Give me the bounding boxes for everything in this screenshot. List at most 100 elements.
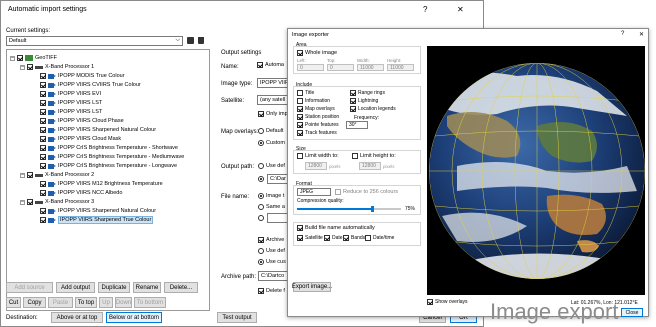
collapse-icon[interactable]: – [20,199,25,205]
tree-item[interactable]: IPOPP VIIRS Sharpened Natural Colour [40,207,156,215]
tree-button-paste[interactable]: Paste [48,297,73,308]
file-name-input[interactable] [267,213,289,223]
tree-checkbox[interactable] [40,190,46,196]
tree-item[interactable]: IPOPP VIIRS NCC Albedo [40,189,122,197]
current-settings-select[interactable]: Default ⌵ [6,36,183,46]
tree-checkbox[interactable] [40,181,46,187]
tree-button-add-source[interactable]: Add source [6,282,53,293]
area-field-input[interactable]: 11000 [357,64,384,71]
delete-checkbox[interactable]: Delete f [258,288,285,294]
include-option[interactable]: Range rings [350,90,385,96]
tree-item[interactable]: IPOPP VIIRS LST [40,108,102,116]
tree-item[interactable]: IPOPP VIIRS Cloud Phase [40,117,124,125]
export-image-button[interactable]: Export image... [292,282,332,292]
tree-button-copy[interactable]: Copy [23,297,46,308]
tree-button-delete[interactable]: Delete... [164,282,198,293]
output-path-custom[interactable] [258,176,266,182]
archive-custom[interactable]: Use cus [258,259,286,265]
archive-path-input[interactable]: C:\Dartco [258,271,289,281]
image-preview[interactable] [427,46,645,295]
tree-checkbox[interactable] [27,199,33,205]
tree-button-add-output[interactable]: Add output [56,282,95,293]
tree-button-duplicate[interactable]: Duplicate [98,282,130,293]
map-overlays-default[interactable]: Default [258,128,283,134]
tree-checkbox[interactable] [40,208,46,214]
tree-item[interactable]: IPOPP VIIRS M12 Brightness Temperature [40,180,163,188]
tree-checkbox[interactable] [27,64,33,70]
file-name-opt1[interactable]: Image t [258,193,284,199]
map-overlays-custom[interactable]: Custom [258,140,285,146]
limit-height-input[interactable]: 12800 [359,162,381,170]
tree-button-to-bottom[interactable]: To bottom [134,297,166,308]
collapse-icon[interactable]: – [10,55,15,61]
tree-checkbox[interactable] [40,118,46,124]
tree-item[interactable]: IPOPP VIIRS Cloud Mask [40,135,121,143]
limit-width-checkbox[interactable]: Limit width to: [297,153,339,159]
format-select[interactable]: JPEG [297,188,331,196]
name-part-option[interactable]: Date [324,235,343,241]
compression-slider-thumb[interactable] [370,206,374,212]
include-option[interactable]: Information [297,98,330,104]
destination-above[interactable]: Above or at top [51,312,103,323]
tree-group[interactable]: – X-Band Processor 1 [20,63,94,71]
tree-item[interactable]: IPOPP VIIRS LST [40,99,102,107]
name-part-option[interactable]: Bands [343,235,365,241]
archive-checkbox[interactable]: Archive [258,237,284,243]
frequency-select[interactable]: 30° [346,121,368,129]
area-field-input[interactable]: 11000 [387,64,414,71]
include-option[interactable]: Map overlays [297,106,335,112]
destination-below[interactable]: Below or at bottom [106,312,162,323]
include-option[interactable]: Lightning [350,98,378,104]
tree-checkbox[interactable] [40,82,46,88]
image-type-select[interactable]: IPOPP VIIRS [257,78,289,88]
file-name-opt2[interactable]: Same a [258,204,285,210]
include-option[interactable]: Location legends [350,106,396,112]
tree-button-up[interactable]: Up [99,297,113,308]
include-option[interactable]: Track features [297,130,337,136]
tree-checkbox[interactable] [40,100,46,106]
tree-checkbox[interactable] [27,172,33,178]
collapse-icon[interactable]: – [20,172,25,178]
tree-checkbox[interactable] [40,91,46,97]
file-name-opt3[interactable] [258,215,266,221]
whole-image-checkbox[interactable]: Whole image [297,50,337,56]
tree-checkbox[interactable] [40,154,46,160]
name-part-option[interactable]: Date/time [365,235,394,241]
archive-default[interactable]: Use def [258,248,285,254]
tree-checkbox[interactable] [40,145,46,151]
close-button[interactable]: Close [621,308,643,317]
tree-group[interactable]: – X-Band Processor 2 [20,171,94,179]
save-icon[interactable] [187,37,194,44]
only-imp-checkbox[interactable]: Only imp [258,111,288,117]
tree-item[interactable]: IPOPP CrIS Brightness Temperature - Medi… [40,153,184,161]
tree-button-to-top[interactable]: To top [75,297,97,308]
tree-button-rename[interactable]: Rename [133,282,161,293]
limit-width-input[interactable]: 12800 [305,162,327,170]
area-field-input[interactable]: 0 [327,64,354,71]
area-field-input[interactable]: 0 [297,64,324,71]
name-field[interactable]: Automa [257,62,284,68]
tree-checkbox[interactable] [40,109,46,115]
tree-item[interactable]: IPOPP VIIRS Sharpened True Colour [40,216,154,224]
help-button[interactable]: ? [423,5,427,14]
include-option[interactable]: Station position [297,114,339,120]
tree-checkbox[interactable] [40,217,46,223]
exporter-close-icon[interactable]: ✕ [639,31,644,38]
output-path-input[interactable]: C:\Dar [267,174,289,184]
reduce-checkbox[interactable]: Reduce to 256 colours [335,189,398,195]
output-path-default[interactable]: Use def [258,163,285,169]
tree-group[interactable]: – X-Band Processor 3 [20,198,94,206]
include-option[interactable]: Pointe features [297,122,339,128]
tree-root[interactable]: – GeoTIFF [10,54,57,62]
tree-checkbox[interactable] [40,73,46,79]
delete-icon[interactable] [198,37,204,44]
exporter-help-button[interactable]: ? [621,31,624,37]
tree-checkbox[interactable] [40,163,46,169]
tree-panel[interactable]: – GeoTIFF – X-Band Processor 1 IPOPP MODIS… [6,49,210,311]
test-output-button[interactable]: Test output [217,312,257,323]
limit-height-checkbox[interactable]: Limit height to: [352,153,396,159]
tree-item[interactable]: IPOPP VIIRS EVI [40,90,101,98]
build-name-checkbox[interactable]: Build file name automatically [297,225,375,231]
satellite-select[interactable]: (any satell [257,95,289,105]
collapse-icon[interactable]: – [20,64,25,70]
